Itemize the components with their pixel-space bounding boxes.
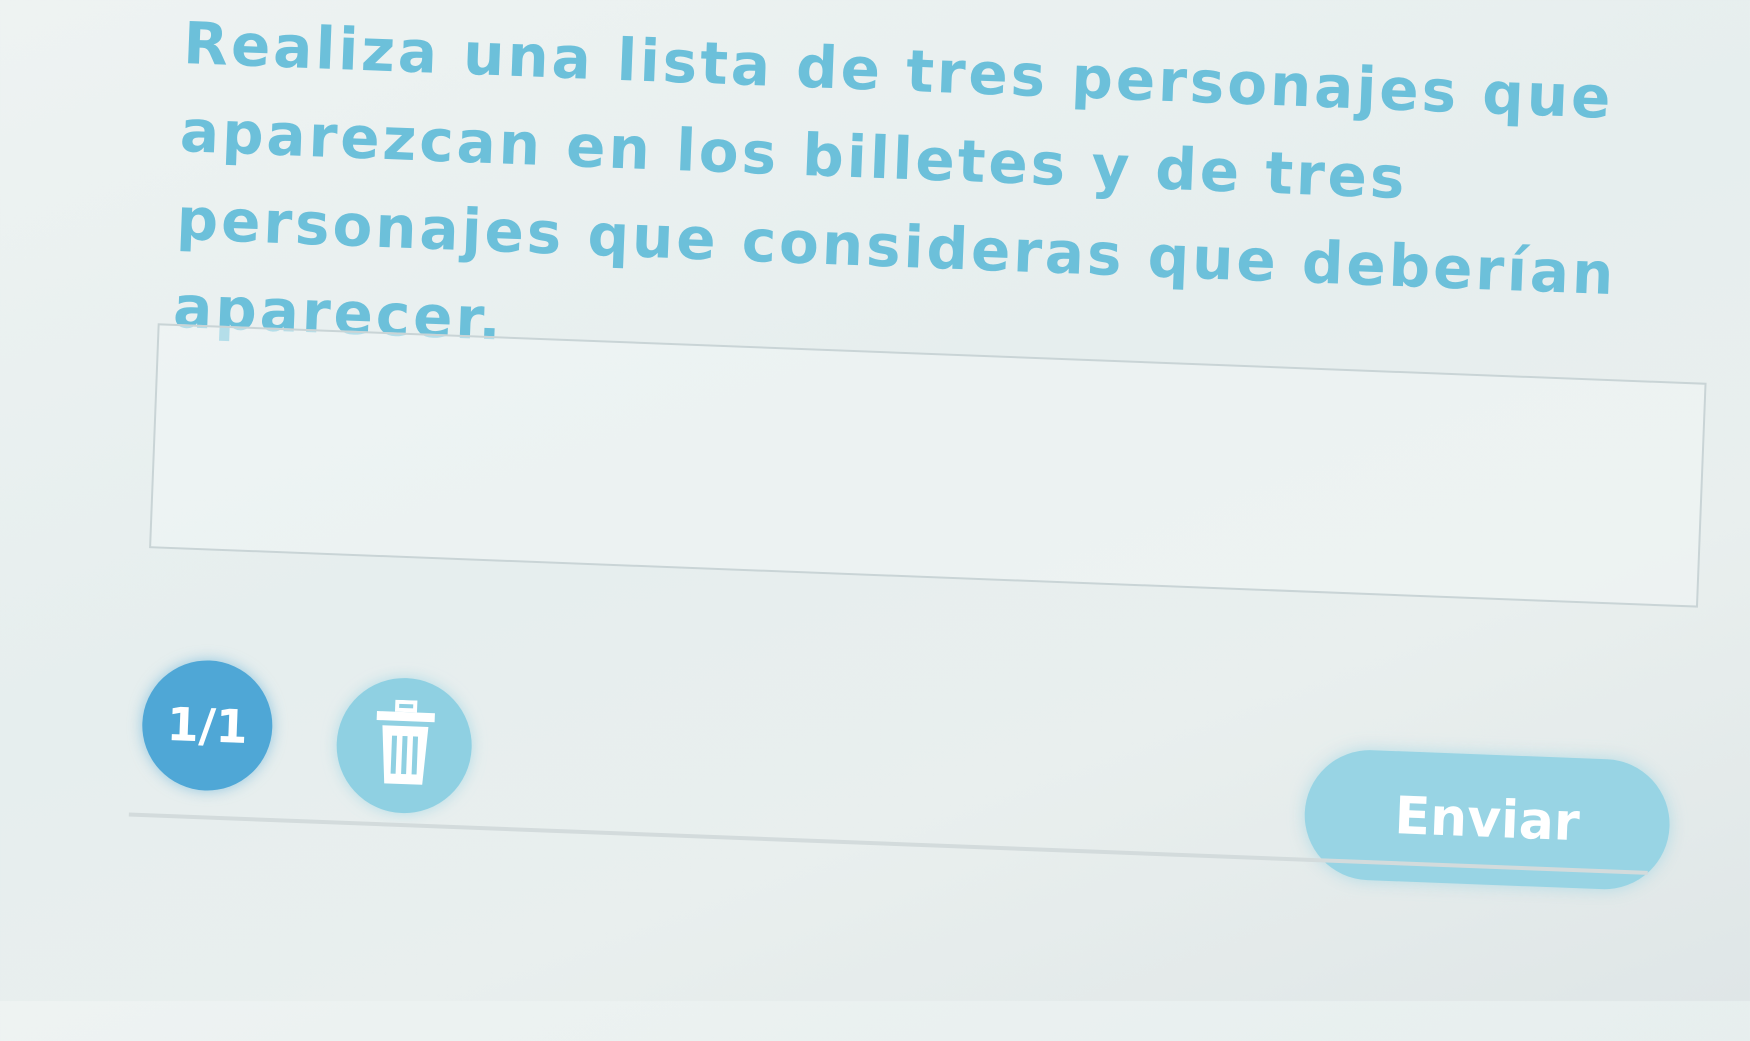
delete-button[interactable] <box>334 675 475 816</box>
exercise-panel: Realiza una lista de tres personajes que… <box>3 0 1750 1041</box>
trash-icon <box>369 699 438 792</box>
page-indicator: 1/1 <box>139 658 275 793</box>
